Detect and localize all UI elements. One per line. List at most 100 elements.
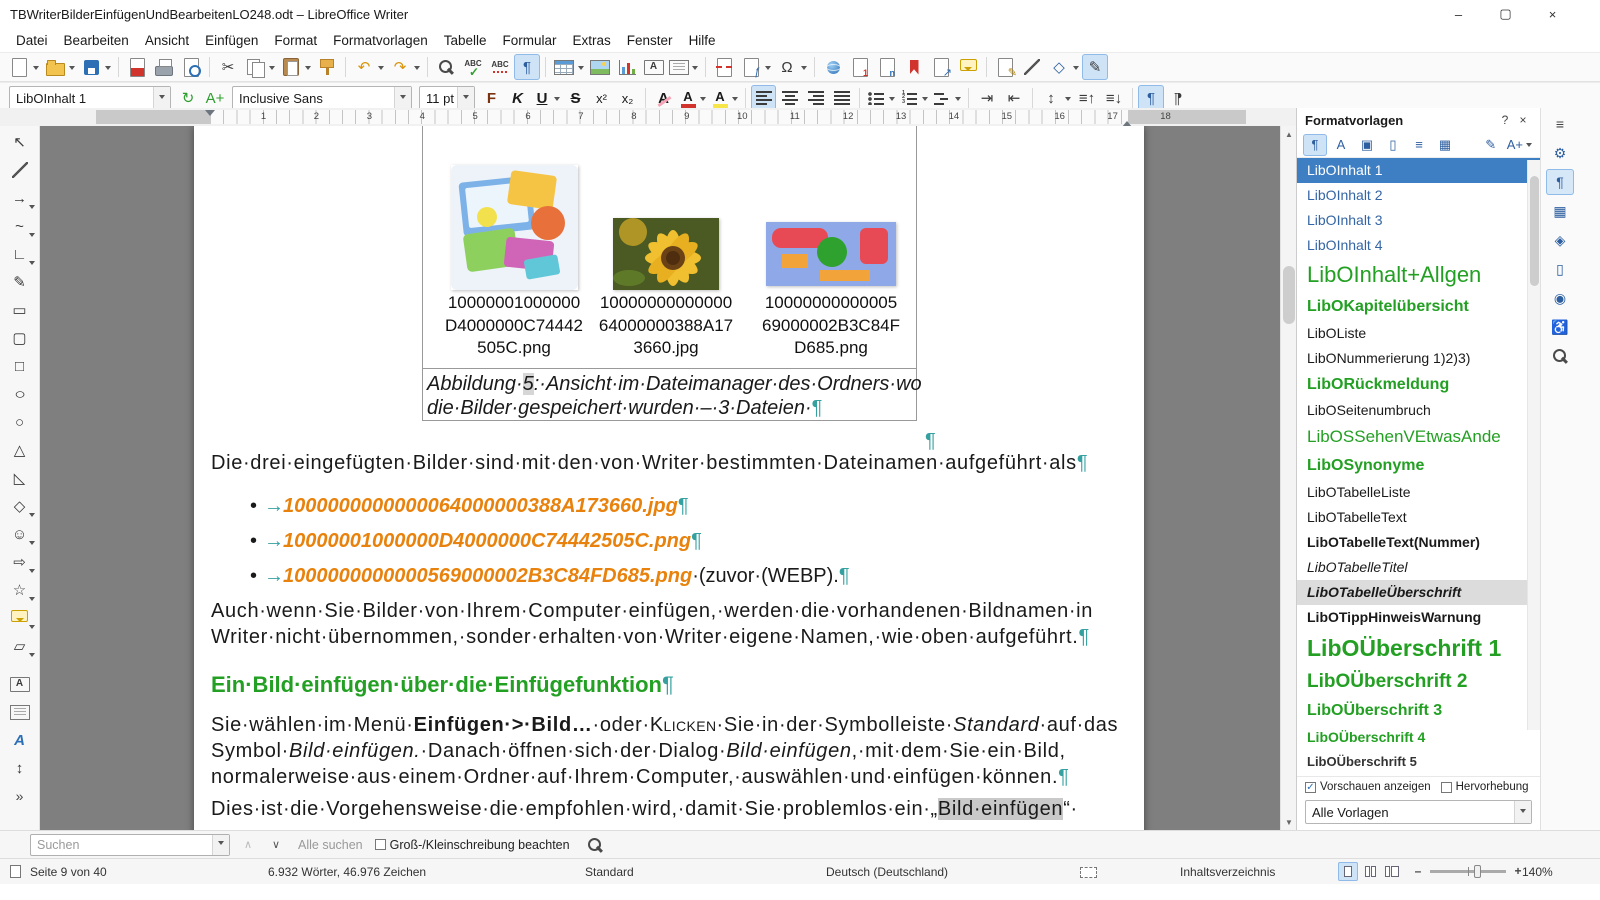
track-changes-button[interactable] — [992, 54, 1018, 80]
style-libotabelletext-nummer[interactable]: LibOTabelleText(Nummer) — [1297, 530, 1540, 555]
rounded-rectangle-button[interactable] — [5, 324, 35, 352]
navigator-tab[interactable]: ◈ — [1546, 227, 1574, 253]
menu-bearbeiten[interactable]: Bearbeiten — [56, 31, 137, 50]
formatting-marks-button[interactable] — [514, 54, 540, 80]
style-libotabelletitel[interactable]: LibOTabelleTitel — [1297, 555, 1540, 580]
insert-field-button[interactable] — [738, 54, 773, 80]
insert-bookmark-button[interactable] — [901, 54, 927, 80]
style-inspector-tab[interactable]: ◉ — [1546, 285, 1574, 311]
style-liboüberschrift-3[interactable]: LibOÜberschrift 3 — [1297, 697, 1540, 725]
indent-marker-left[interactable] — [205, 110, 215, 121]
fontwork-button[interactable] — [5, 726, 35, 754]
insert-image-button[interactable] — [587, 54, 613, 80]
selection-mode-icon[interactable] — [1080, 867, 1097, 878]
sidebar-settings-icon[interactable]: ≡ — [1546, 111, 1574, 137]
menu-formatvorlagen[interactable]: Formatvorlagen — [325, 31, 436, 50]
help-icon[interactable]: ? — [1496, 111, 1514, 129]
style-liboüberschrift-2[interactable]: LibOÜberschrift 2 — [1297, 666, 1540, 697]
embedded-image-sunflower[interactable] — [613, 218, 719, 290]
paragraph-style-combo-dropdown[interactable] — [153, 87, 170, 109]
menu-datei[interactable]: Datei — [8, 31, 56, 50]
basic-shapes-button[interactable] — [5, 492, 35, 520]
copy-button[interactable] — [242, 54, 277, 80]
style-liboliste[interactable]: LibOListe — [1297, 321, 1540, 346]
multi-page-view-button[interactable] — [1360, 862, 1380, 881]
curves-and-polygons-button[interactable] — [5, 212, 35, 240]
find-previous-button[interactable]: ∧ — [238, 835, 258, 855]
style-liboseitenumbruch[interactable]: LibOSeitenumbruch — [1297, 398, 1540, 423]
zoom-out-button[interactable]: – — [1412, 864, 1424, 878]
single-page-view-button[interactable] — [1338, 862, 1358, 881]
properties-tab[interactable]: ⚙ — [1546, 140, 1574, 166]
flowchart-button[interactable] — [5, 632, 35, 660]
menu-formular[interactable]: Formular — [495, 31, 565, 50]
style-libonummerierung-1-2-3[interactable]: LibONummerierung 1)2)3) — [1297, 346, 1540, 371]
page-tab[interactable]: ▯ — [1546, 256, 1574, 282]
gallery-tab[interactable]: ▦ — [1546, 198, 1574, 224]
style-filter-dropdown[interactable] — [1514, 801, 1531, 823]
style-filter-select[interactable]: Alle Vorlagen — [1305, 800, 1532, 824]
insert-table-button[interactable] — [551, 54, 586, 80]
document-page[interactable]: 10000001000000 D4000000C74442 505C.png 100… — [194, 126, 1144, 830]
font-name-combo-dropdown[interactable] — [394, 87, 411, 109]
square-button[interactable] — [5, 352, 35, 380]
list-styles-tab[interactable]: ≡ — [1407, 134, 1431, 156]
menu-tabelle[interactable]: Tabelle — [436, 31, 495, 50]
search-history-dropdown[interactable] — [212, 834, 229, 855]
menu-einfügen[interactable]: Einfügen — [197, 31, 266, 50]
insert-endnote-button[interactable] — [874, 54, 900, 80]
table-styles-tab[interactable]: ▦ — [1433, 134, 1457, 156]
freeform-line-button[interactable] — [5, 268, 35, 296]
toolbar-overflow-button[interactable] — [5, 782, 35, 810]
cut-button[interactable] — [215, 54, 241, 80]
auto-spellcheck-button[interactable] — [487, 54, 513, 80]
connectors-button[interactable] — [5, 240, 35, 268]
spelling-button[interactable] — [460, 54, 486, 80]
zoom-slider-thumb[interactable] — [1474, 864, 1482, 878]
insert-frame-button[interactable] — [5, 698, 35, 726]
insert-page-break-button[interactable] — [711, 54, 737, 80]
style-libotabelleliste[interactable]: LibOTabelleListe — [1297, 480, 1540, 505]
circle-button[interactable] — [5, 408, 35, 436]
insert-line-button[interactable] — [5, 156, 35, 184]
rectangle-button[interactable] — [5, 296, 35, 324]
style-libotabelleüberschrift[interactable]: LibOTabelleÜberschrift — [1297, 579, 1540, 606]
insert-textbox-button[interactable] — [641, 54, 666, 80]
frame-styles-tab[interactable]: ▣ — [1355, 134, 1379, 156]
font-name-combo[interactable]: Inclusive Sans — [232, 86, 412, 110]
insert-cross-reference-button[interactable] — [928, 54, 954, 80]
select-button[interactable] — [5, 128, 35, 156]
close-panel-icon[interactable]: × — [1514, 111, 1532, 129]
page-styles-tab[interactable]: ▯ — [1381, 134, 1405, 156]
style-libokapitelübersicht[interactable]: LibOKapitelübersicht — [1297, 293, 1540, 321]
file-name-link[interactable]: 1000000000000569000002B3C84FD685.png — [283, 565, 692, 587]
font-size-combo-dropdown[interactable] — [457, 87, 474, 109]
file-name-link[interactable]: 1000000000000064000000388A173660.jpg — [283, 495, 678, 517]
redo-button[interactable] — [387, 54, 422, 80]
file-name-link[interactable]: 10000001000000D4000000C74442505C.png — [283, 530, 691, 552]
ruler[interactable]: 1 2 3 4 5 6 7 8 9 10 11 12 13 14 15 16 17 18 — [0, 108, 1296, 126]
find-replace-button[interactable] — [433, 54, 459, 80]
indent-marker-right[interactable] — [1122, 116, 1132, 126]
insert-chart-button[interactable] — [614, 54, 640, 80]
zoom-percentage[interactable]: 140% — [1522, 865, 1553, 879]
accessibility-check-tab[interactable]: ♿ — [1546, 314, 1574, 340]
right-triangle-button[interactable] — [5, 464, 35, 492]
style-liboinhalt-1[interactable]: LibOInhalt 1 — [1297, 158, 1540, 184]
style-libosynonyme[interactable]: LibOSynonyme — [1297, 452, 1540, 480]
print-button[interactable] — [151, 54, 177, 80]
fill-format-mode-button[interactable]: ✎ — [1479, 134, 1503, 156]
insert-line-button[interactable] — [1019, 54, 1045, 80]
character-styles-tab[interactable]: A — [1329, 134, 1353, 156]
style-libotipphinweiswarnung[interactable]: LibOTippHinweisWarnung — [1297, 605, 1540, 630]
vertical-scrollbar[interactable]: ▲ ▼ — [1280, 126, 1296, 830]
open-button[interactable] — [42, 54, 77, 80]
page-style-status[interactable]: Standard — [585, 865, 634, 879]
symbol-shapes-button[interactable] — [5, 520, 35, 548]
word-count-status[interactable]: 6.932 Wörter, 46.976 Zeichen — [268, 865, 426, 879]
show-previews-checkbox[interactable]: Vorschauen anzeigen — [1305, 781, 1431, 793]
style-liboinhalt-allgen[interactable]: LibOInhalt+Allgen — [1297, 258, 1540, 293]
search-input[interactable]: Suchen — [30, 833, 230, 856]
export-pdf-button[interactable] — [124, 54, 150, 80]
new-style-from-selection-button[interactable]: A+ — [1505, 134, 1534, 156]
